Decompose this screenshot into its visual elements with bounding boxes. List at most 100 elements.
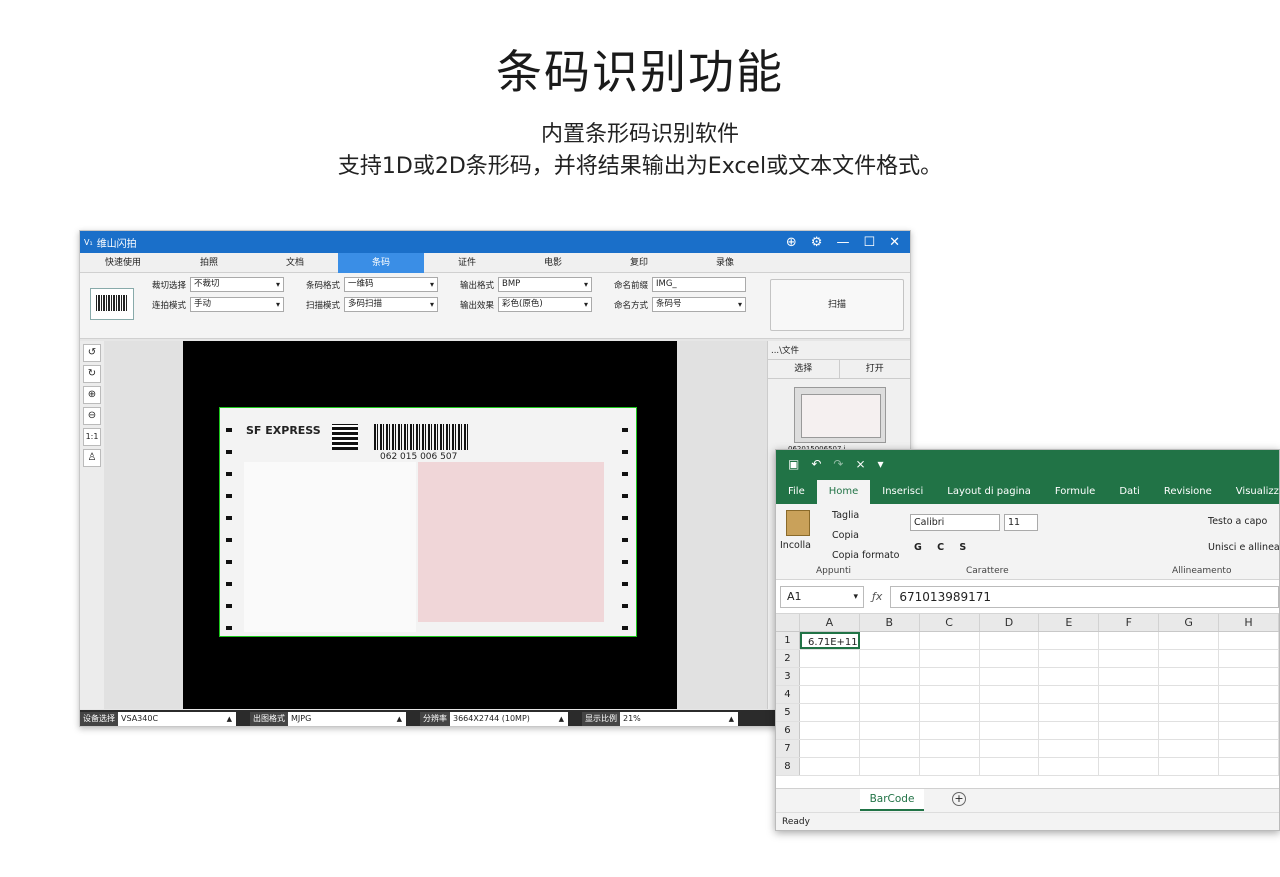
tab-movie[interactable]: 电影 xyxy=(510,253,596,273)
column-header[interactable]: D xyxy=(980,614,1040,631)
column-header[interactable]: H xyxy=(1219,614,1279,631)
tab-review[interactable]: Revisione xyxy=(1152,480,1224,504)
close-icon[interactable]: ✕ xyxy=(889,235,900,250)
tab-photo[interactable]: 拍照 xyxy=(166,253,252,273)
copy-button[interactable]: Copia xyxy=(832,530,859,541)
open-button[interactable]: 打开 xyxy=(840,360,911,378)
save-icon[interactable]: ▣ xyxy=(788,457,799,471)
resolution-select[interactable]: 3664X2744 (10MP) xyxy=(450,712,568,726)
row-header[interactable]: 4 xyxy=(776,686,800,703)
tab-quick-start[interactable]: 快速使用 xyxy=(80,253,166,273)
sf-express-logo: SF EXPRESS xyxy=(246,424,321,437)
name-box[interactable]: A1 xyxy=(780,585,864,608)
column-header[interactable]: E xyxy=(1039,614,1100,631)
maximize-icon[interactable]: ☐ xyxy=(863,235,875,250)
row-header[interactable]: 3 xyxy=(776,668,800,685)
device-label: 设备选择 xyxy=(80,712,118,726)
output-format-status-select[interactable]: MJPG xyxy=(288,712,406,726)
paste-button[interactable]: Incolla xyxy=(780,540,811,551)
excel-status: Ready xyxy=(776,812,1279,830)
font-size-select[interactable]: 11 xyxy=(1004,514,1038,531)
paste-icon[interactable] xyxy=(786,510,810,536)
output-format-select[interactable]: BMP xyxy=(498,277,592,292)
cell-a1[interactable]: 6.71E+11 xyxy=(799,632,860,649)
redo-icon[interactable]: ↷ xyxy=(833,457,843,471)
waybill-holes-right xyxy=(622,414,628,630)
wrap-text-button[interactable]: Testo a capo xyxy=(1208,516,1267,527)
tab-document[interactable]: 文档 xyxy=(252,253,338,273)
tab-home[interactable]: Home xyxy=(816,480,871,504)
device-select[interactable]: VSA340C xyxy=(118,712,236,726)
select-button[interactable]: 选择 xyxy=(768,360,840,378)
fx-icon[interactable]: ƒx xyxy=(872,590,882,603)
subtitle-line-1: 内置条形码识别软件 xyxy=(540,122,739,147)
row-header[interactable]: 8 xyxy=(776,758,800,775)
tab-formulas[interactable]: Formule xyxy=(1043,480,1107,504)
format-painter-button[interactable]: Copia formato xyxy=(832,550,899,561)
column-header[interactable]: A xyxy=(800,614,860,631)
gear-icon[interactable]: ⚙ xyxy=(811,235,823,250)
waybill-right-panel xyxy=(418,462,604,622)
shoot-mode-select[interactable]: 手动 xyxy=(190,297,284,312)
barcode-format-select[interactable]: 一维码 xyxy=(344,277,438,292)
naming-mode-select[interactable]: 条码号 xyxy=(652,297,746,312)
column-header[interactable]: B xyxy=(860,614,920,631)
cut-button[interactable]: Taglia xyxy=(832,510,859,521)
tab-page-layout[interactable]: Layout di pagina xyxy=(935,480,1043,504)
rotate-right-icon[interactable]: ↻ xyxy=(83,365,101,383)
scan-button[interactable]: 扫描 xyxy=(770,279,904,331)
spreadsheet-grid[interactable]: A B C D E F G H 1 6.71E+11 2 3 4 5 6 7 8 xyxy=(776,614,1279,782)
font-style-buttons[interactable]: G C S xyxy=(914,542,972,553)
strikethrough-icon[interactable]: ⨯ xyxy=(855,457,865,471)
tab-view[interactable]: Visualizza xyxy=(1224,480,1279,504)
barcode-toolbar: 裁切选择不裁切 连拍模式手动 条码格式一维码 扫描模式多码扫描 输出格式BMP … xyxy=(80,273,910,339)
tab-copy[interactable]: 复印 xyxy=(596,253,682,273)
row-header[interactable]: 6 xyxy=(776,722,800,739)
tab-data[interactable]: Dati xyxy=(1107,480,1152,504)
thumbnail[interactable] xyxy=(794,387,886,443)
merge-center-button[interactable]: Unisci e allinea a xyxy=(1208,542,1279,553)
crop-select[interactable]: 不裁切 xyxy=(190,277,284,292)
resolution-label: 分辨率 xyxy=(420,712,450,726)
scan-mode-label: 扫描模式 xyxy=(306,300,341,311)
column-header[interactable]: C xyxy=(920,614,980,631)
barcode-icon xyxy=(90,288,134,320)
column-header[interactable]: G xyxy=(1159,614,1220,631)
row-header[interactable]: 7 xyxy=(776,740,800,757)
subtitle-line-2: 支持1D或2D条形码，并将结果输出为Excel或文本文件格式。 xyxy=(337,154,943,179)
display-ratio-label: 显示比例 xyxy=(582,712,620,726)
row-header[interactable]: 1 xyxy=(776,632,800,649)
add-sheet-icon[interactable]: + xyxy=(952,792,966,806)
view-tools: ↺ ↻ ⊕ ⊖ 1:1 ♙ xyxy=(80,341,104,709)
tab-insert[interactable]: Inserisci xyxy=(870,480,935,504)
output-effect-select[interactable]: 彩色(原色) xyxy=(498,297,592,312)
folder-path: ...\文件 xyxy=(771,346,799,356)
row-header[interactable]: 2 xyxy=(776,650,800,667)
column-header[interactable]: F xyxy=(1099,614,1160,631)
undo-icon[interactable]: ↶ xyxy=(811,457,821,471)
stamp-icon[interactable]: ♙ xyxy=(83,449,101,467)
font-select[interactable]: Calibri xyxy=(910,514,1000,531)
zoom-in-icon[interactable]: ⊕ xyxy=(83,386,101,404)
actual-size-button[interactable]: 1:1 xyxy=(83,428,101,446)
column-headers: A B C D E F G H xyxy=(776,614,1279,632)
globe-icon[interactable]: ⊕ xyxy=(786,235,797,250)
rotate-left-icon[interactable]: ↺ xyxy=(83,344,101,362)
row-header[interactable]: 5 xyxy=(776,704,800,721)
sheet-tab-barcode[interactable]: BarCode xyxy=(860,789,924,811)
waybill-barcode xyxy=(374,424,470,450)
tab-id-card[interactable]: 证件 xyxy=(424,253,510,273)
select-all-corner[interactable] xyxy=(776,614,800,631)
tab-file[interactable]: File xyxy=(776,480,817,504)
display-ratio-select[interactable]: 21% xyxy=(620,712,738,726)
minimize-icon[interactable]: — xyxy=(836,235,849,250)
customize-icon[interactable]: ▾ xyxy=(878,457,884,471)
table-row: 2 xyxy=(776,650,1279,668)
tab-record[interactable]: 录像 xyxy=(682,253,768,273)
scan-mode-select[interactable]: 多码扫描 xyxy=(344,297,438,312)
name-prefix-input[interactable]: IMG_ xyxy=(652,277,746,292)
zoom-out-icon[interactable]: ⊖ xyxy=(83,407,101,425)
tab-barcode[interactable]: 条码 xyxy=(338,252,424,273)
quick-access-toolbar: ▣ ↶ ↷ ⨯ ▾ xyxy=(776,450,1279,478)
formula-input[interactable]: 671013989171 xyxy=(890,585,1279,608)
